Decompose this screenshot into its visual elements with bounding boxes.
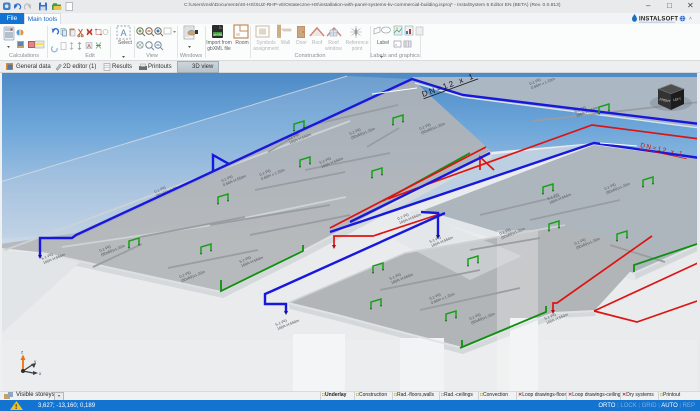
- svg-text:INSTALSOFT: INSTALSOFT: [639, 17, 678, 23]
- svg-text:˄: ˄: [689, 16, 692, 22]
- svg-text:A: A: [121, 28, 127, 38]
- svg-text:!: !: [15, 404, 17, 410]
- svg-text:gbXML: gbXML: [214, 32, 224, 36]
